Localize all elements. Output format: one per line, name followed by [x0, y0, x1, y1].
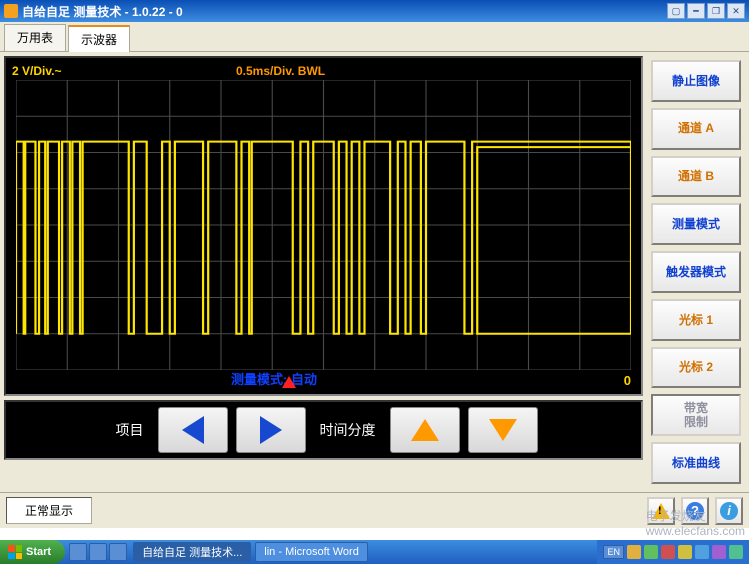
bottom-control-bar: 项目 时间分度: [4, 400, 643, 460]
help-icon: ?: [686, 502, 704, 520]
volts-per-div-label: 2 V/Div.~: [12, 64, 61, 78]
scope-panel: 2 V/Div.~ 0.5ms/Div. BWL 测量模式: 自动 0 项目 时…: [4, 56, 643, 488]
info-icon: i: [720, 502, 738, 520]
help-button[interactable]: ?: [681, 497, 709, 525]
app-title: 自给自足 测量技术 - 1.0.22 - 0: [22, 3, 667, 20]
tray-icon-2[interactable]: [644, 545, 658, 559]
warning-button[interactable]: [647, 497, 675, 525]
app-icon: [4, 4, 18, 18]
taskbar: Start 自给自足 测量技术... lin - Microsoft Word …: [0, 540, 749, 564]
measure-mode-label: 测量模式: 自动: [231, 369, 317, 388]
triangle-up-icon: [411, 419, 439, 441]
start-label: Start: [26, 546, 51, 558]
tray-icon-7[interactable]: [729, 545, 743, 559]
display-status-label: 正常显示: [6, 497, 92, 524]
tray-icon-4[interactable]: [678, 545, 692, 559]
next-button[interactable]: [236, 407, 306, 453]
main-area: 2 V/Div.~ 0.5ms/Div. BWL 测量模式: 自动 0 项目 时…: [0, 52, 749, 492]
window-button-1[interactable]: ▢: [667, 3, 685, 19]
tab-oscilloscope[interactable]: 示波器: [68, 25, 130, 52]
measure-mode-button[interactable]: 测量模式: [651, 203, 741, 245]
project-label: 项目: [116, 420, 144, 440]
cursor-2-button[interactable]: 光标 2: [651, 347, 741, 389]
maximize-button[interactable]: ❐: [707, 3, 725, 19]
warning-icon: [652, 503, 670, 519]
info-button[interactable]: i: [715, 497, 743, 525]
tray-icon-3[interactable]: [661, 545, 675, 559]
oscilloscope-screen: 2 V/Div.~ 0.5ms/Div. BWL 测量模式: 自动 0: [4, 56, 643, 396]
freeze-image-button[interactable]: 静止图像: [651, 60, 741, 102]
timebase-up-button[interactable]: [390, 407, 460, 453]
close-button[interactable]: ✕: [727, 3, 745, 19]
system-tray: EN: [597, 540, 749, 564]
time-resolution-label: 时间分度: [320, 420, 376, 440]
taskbar-item-word[interactable]: lin - Microsoft Word: [255, 542, 368, 562]
triangle-left-icon: [182, 416, 204, 444]
tab-bar: 万用表 示波器: [0, 22, 749, 52]
trigger-mode-button[interactable]: 触发器模式: [651, 251, 741, 293]
side-panel: 静止图像 通道 A 通道 B 测量模式 触发器模式 光标 1 光标 2 带宽 限…: [647, 56, 745, 488]
ql-desktop-icon[interactable]: [89, 543, 107, 561]
prev-button[interactable]: [158, 407, 228, 453]
tray-icon-1[interactable]: [627, 545, 641, 559]
channel-b-button[interactable]: 通道 B: [651, 156, 741, 198]
quick-launch: [69, 543, 127, 561]
ql-ie-icon[interactable]: [69, 543, 87, 561]
title-bar: 自给自足 测量技术 - 1.0.22 - 0 ▢ ━ ❐ ✕: [0, 0, 749, 22]
timebase-label: 0.5ms/Div. BWL: [236, 64, 325, 78]
windows-logo-icon: [8, 545, 22, 559]
tray-icon-5[interactable]: [695, 545, 709, 559]
bandwidth-line2: 限制: [684, 415, 708, 429]
standard-curve-button[interactable]: 标准曲线: [651, 442, 741, 484]
status-bar: 正常显示 ? i: [0, 492, 749, 528]
tray-icon-6[interactable]: [712, 545, 726, 559]
minimize-button[interactable]: ━: [687, 3, 705, 19]
bandwidth-line1: 带宽: [684, 401, 708, 415]
start-button[interactable]: Start: [0, 540, 65, 564]
task2-label: lin - Microsoft Word: [264, 546, 359, 558]
task1-label: 自给自足 测量技术...: [142, 544, 242, 560]
tab-multimeter[interactable]: 万用表: [4, 24, 66, 51]
language-indicator[interactable]: EN: [603, 545, 624, 559]
ql-media-icon[interactable]: [109, 543, 127, 561]
channel-a-button[interactable]: 通道 A: [651, 108, 741, 150]
triangle-down-icon: [489, 419, 517, 441]
window-controls: ▢ ━ ❐ ✕: [667, 3, 745, 19]
taskbar-item-app[interactable]: 自给自足 测量技术...: [133, 542, 251, 562]
timebase-down-button[interactable]: [468, 407, 538, 453]
zero-ref-label: 0: [624, 373, 631, 388]
waveform-svg: [16, 80, 631, 370]
trigger-marker-icon: [282, 376, 296, 388]
bandwidth-limit-button[interactable]: 带宽 限制: [651, 394, 741, 436]
triangle-right-icon: [260, 416, 282, 444]
scope-grid: [16, 80, 631, 370]
cursor-1-button[interactable]: 光标 1: [651, 299, 741, 341]
